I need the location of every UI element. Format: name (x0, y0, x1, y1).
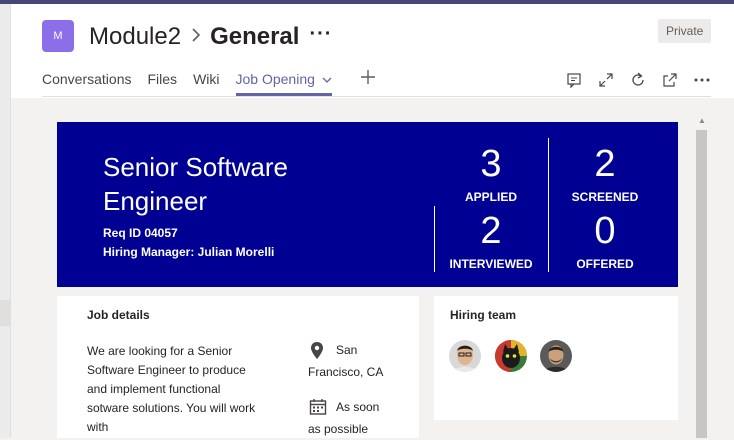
team-avatar[interactable]: M (42, 20, 74, 52)
breadcrumb: Module2 General ··· (89, 22, 332, 52)
stat-divider (434, 206, 435, 272)
hiring-team-member-2[interactable] (495, 340, 527, 372)
tab-label: Job Opening (235, 71, 315, 87)
more-icon[interactable] (692, 70, 712, 90)
hiring-team-member-1[interactable] (449, 340, 481, 372)
job-start: As soon as possible (308, 400, 380, 436)
chevron-down-icon[interactable] (319, 75, 332, 87)
expand-icon[interactable] (596, 70, 616, 90)
hiring-team-heading: Hiring team (450, 308, 517, 322)
req-id: Req ID 04057 (103, 226, 178, 240)
job-details-heading: Job details (87, 308, 150, 322)
channel-more-icon[interactable]: ··· (309, 23, 332, 46)
privacy-badge: Private (658, 19, 712, 43)
stat-label: OFFERED (576, 257, 634, 271)
tab-conversations[interactable]: Conversations (42, 68, 132, 96)
breadcrumb-chevron-icon (191, 26, 201, 49)
hiring-manager: Hiring Manager: Julian Morelli (103, 245, 275, 259)
stat-value: 0 (594, 210, 616, 252)
tab-wiki[interactable]: Wiki (193, 68, 219, 96)
stat-value: 3 (480, 143, 502, 185)
stat-value: 2 (480, 210, 502, 252)
tab-label: Conversations (42, 71, 132, 87)
job-description: We are looking for a Senior Software Eng… (87, 344, 256, 434)
tab-files[interactable]: Files (148, 68, 178, 96)
refresh-icon[interactable] (628, 70, 648, 90)
team-name[interactable]: Module2 (89, 23, 181, 51)
job-summary-banner: Senior Software Engineer Req ID 04057 Hi… (57, 122, 678, 287)
stat-divider (548, 206, 549, 272)
scrollbar[interactable] (696, 130, 707, 438)
job-details-card: Job details We are looking for a Senior … (57, 296, 419, 438)
stat-label: INTERVIEWED (449, 257, 533, 271)
stat-divider (548, 138, 549, 206)
job-title: Senior Software Engineer (103, 152, 288, 216)
scroll-up-icon[interactable]: ▲ (697, 116, 707, 126)
team-initial: M (53, 30, 63, 42)
channel-header: M Module2 General ··· Private Conversati… (11, 4, 734, 98)
tab-bar: Conversations Files Wiki Job Opening (42, 68, 348, 96)
stat-offered[interactable]: 0 OFFERED (548, 211, 662, 271)
stat-label: SCREENED (571, 190, 639, 204)
tab-job-opening[interactable]: Job Opening (235, 68, 333, 96)
add-tab-icon[interactable] (360, 66, 376, 90)
tab-label: Files (147, 71, 178, 87)
stat-value: 2 (594, 143, 616, 185)
stat-applied[interactable]: 3 APPLIED (434, 144, 548, 204)
left-rail (0, 4, 11, 438)
channel-name: General (210, 23, 300, 50)
hiring-team-member-3[interactable] (540, 340, 572, 372)
stat-interviewed[interactable]: 2 INTERVIEWED (434, 211, 548, 271)
chat-icon[interactable] (564, 70, 584, 90)
tab-label: Wiki (193, 71, 220, 87)
header-divider (42, 96, 711, 97)
job-location: San Francisco, CA (308, 343, 384, 379)
left-rail-selected[interactable] (0, 300, 11, 326)
popout-icon[interactable] (660, 70, 680, 90)
stat-screened[interactable]: 2 SCREENED (548, 144, 662, 204)
stat-label: APPLIED (464, 190, 517, 204)
